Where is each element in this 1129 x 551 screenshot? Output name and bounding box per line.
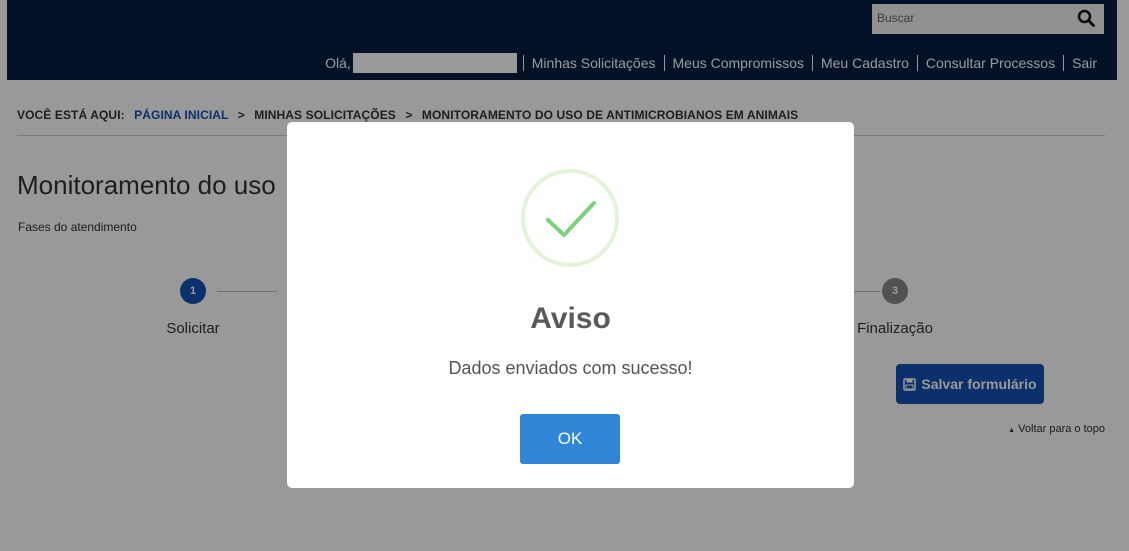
modal-title: Aviso (530, 302, 611, 335)
alert-dialog: Aviso Dados enviados com sucesso! OK (287, 122, 854, 488)
modal-message: Dados enviados com sucesso! (448, 358, 693, 378)
ok-button[interactable]: OK (520, 414, 620, 464)
success-check-icon (521, 169, 619, 267)
